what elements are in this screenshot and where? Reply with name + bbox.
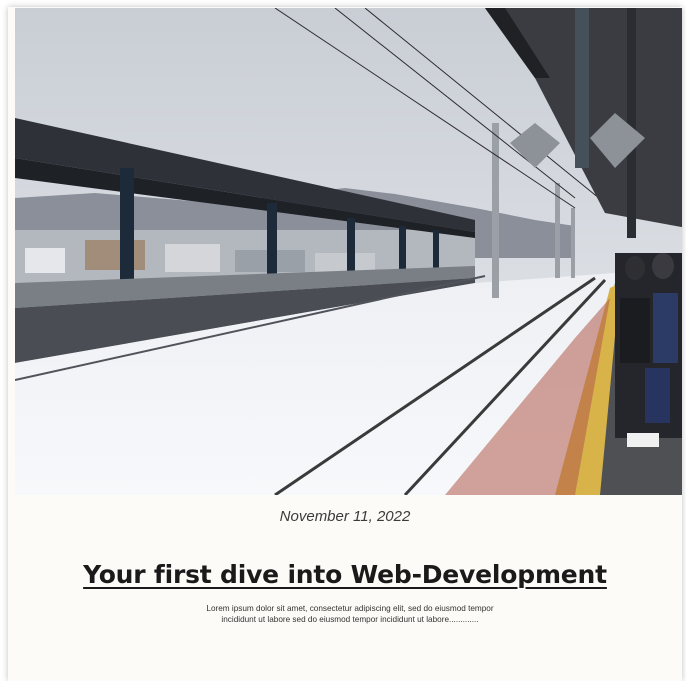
post-title-link[interactable]: Your first dive into Web-Development [8, 560, 682, 589]
post-date: November 11, 2022 [279, 508, 411, 525]
snowy-train-station-photo [15, 8, 682, 495]
page: November 11, 2022 Your first dive into W… [0, 0, 686, 681]
blog-post-card[interactable]: November 11, 2022 Your first dive into W… [8, 7, 682, 681]
post-hero-image[interactable] [15, 8, 682, 495]
post-excerpt: Lorem ipsum dolor sit amet, consectetur … [206, 604, 494, 625]
